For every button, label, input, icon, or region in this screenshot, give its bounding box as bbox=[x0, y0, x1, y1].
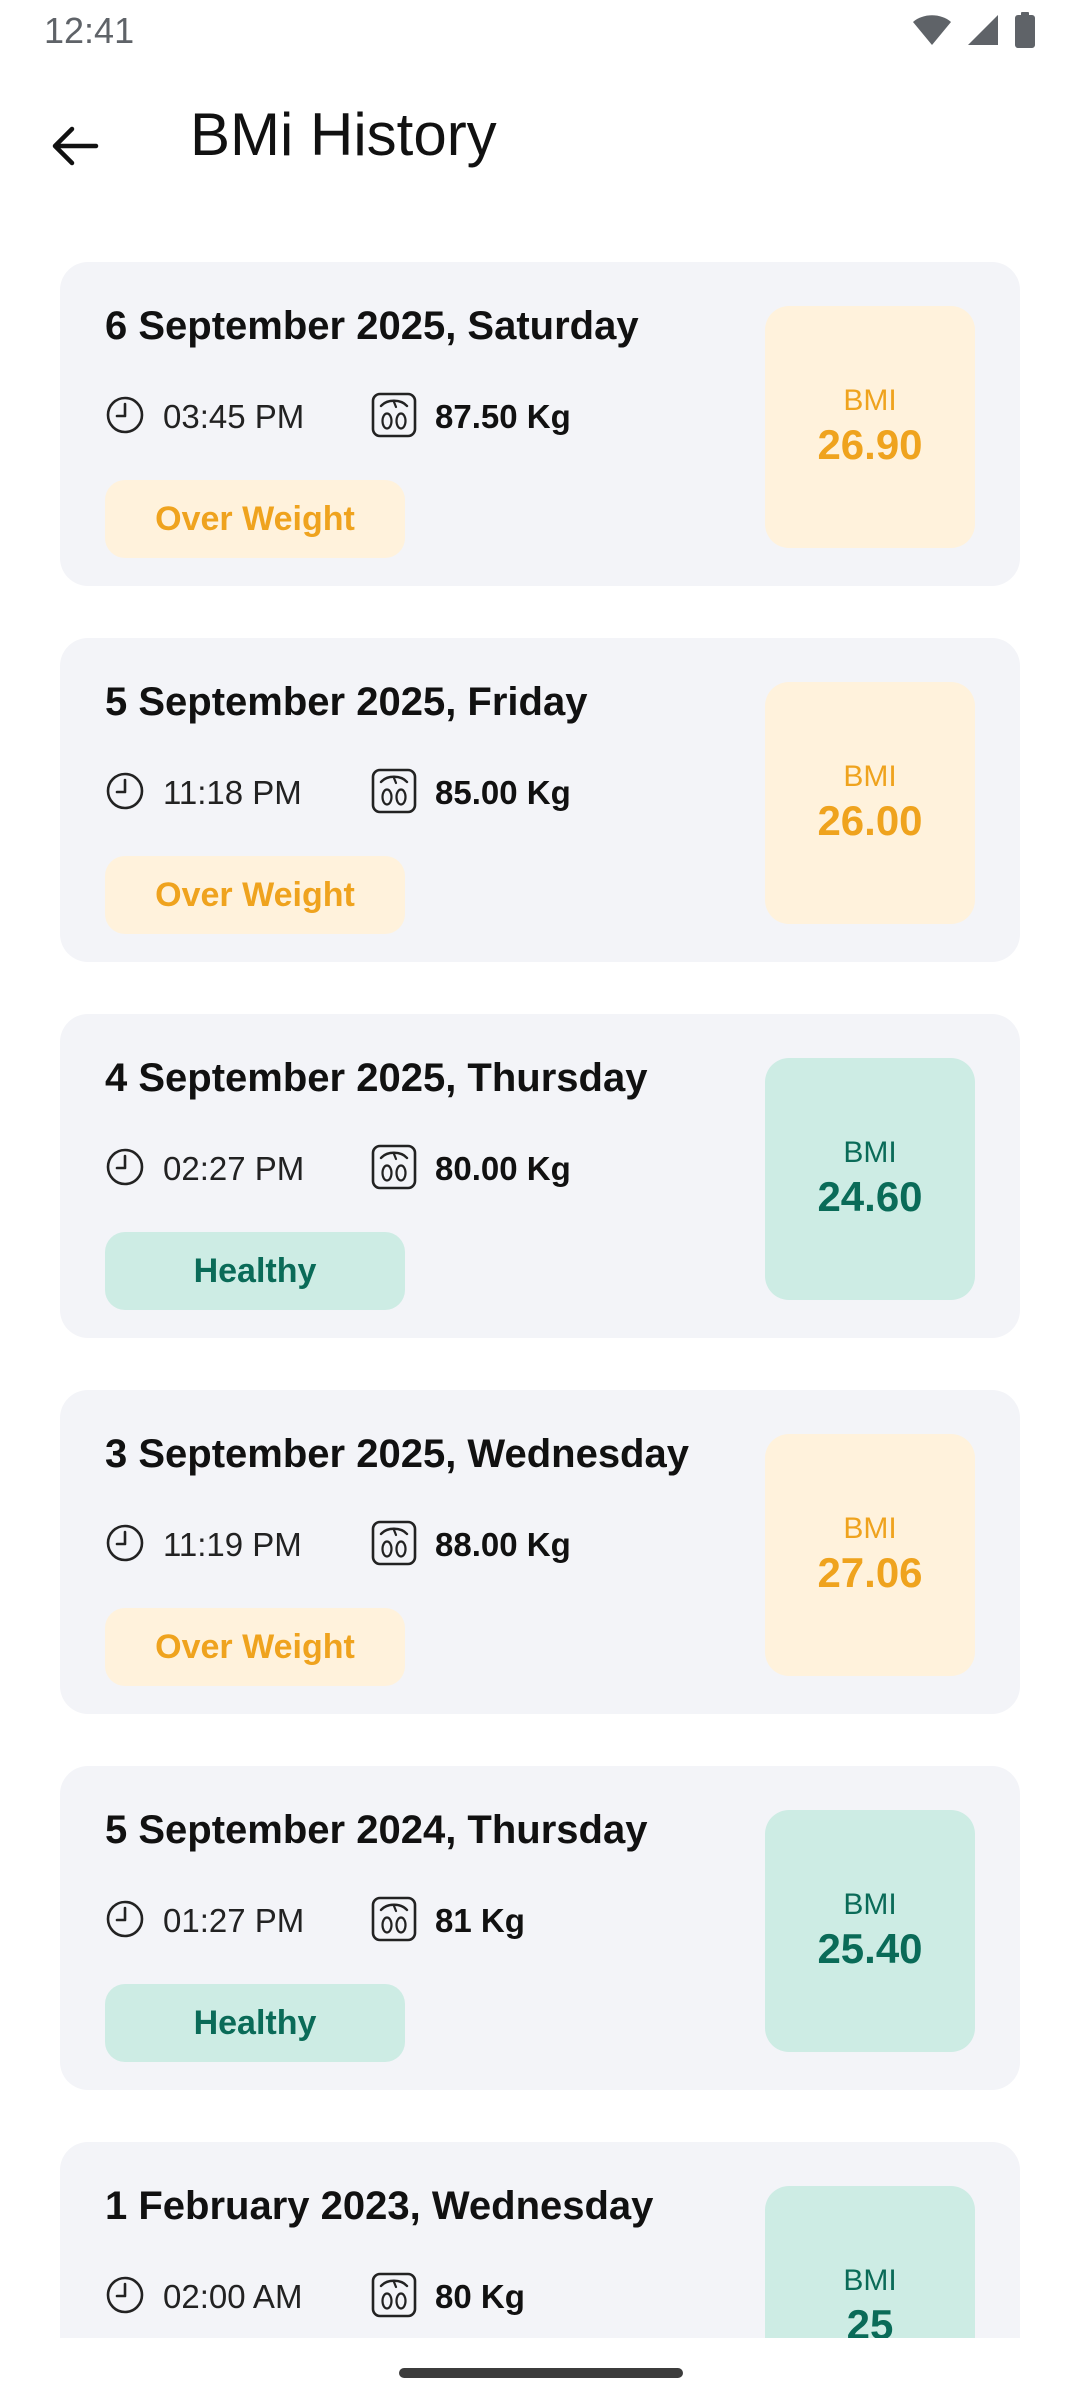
arrow-back-icon bbox=[48, 120, 100, 177]
bmi-value-box: BMI 25.40 bbox=[765, 1810, 975, 2052]
app-bar: BMi History bbox=[0, 62, 1080, 212]
entry-time: 02:00 AM bbox=[163, 2278, 303, 2315]
entry-date: 1 February 2023, Wednesday bbox=[105, 2184, 654, 2228]
bmi-value: 26.90 bbox=[817, 420, 923, 468]
entry-weight: 88.00 Kg bbox=[435, 1526, 571, 1563]
entry-time-group: 02:00 AM bbox=[105, 2275, 371, 2320]
entry-date: 6 September 2025, Saturday bbox=[105, 304, 639, 348]
bmi-history-screen: 12:41 BMi History 6 September 2025, Satu… bbox=[0, 0, 1080, 2400]
entry-weight: 85.00 Kg bbox=[435, 774, 571, 811]
entry-date: 4 September 2025, Thursday bbox=[105, 1056, 648, 1100]
bmi-label: BMI bbox=[843, 1511, 897, 1545]
weighing-scale-icon bbox=[371, 1144, 417, 1195]
entry-time: 03:45 PM bbox=[163, 398, 305, 435]
weighing-scale-icon bbox=[371, 1520, 417, 1571]
entry-weight-group: 81 Kg bbox=[371, 1896, 525, 1947]
entry-time: 01:27 PM bbox=[163, 1902, 305, 1939]
page-title: BMi History bbox=[190, 101, 497, 168]
bmi-value: 27.06 bbox=[817, 1548, 923, 1596]
entry-time: 11:18 PM bbox=[163, 774, 302, 811]
bmi-value-box: BMI 26.90 bbox=[765, 306, 975, 548]
entry-date: 3 September 2025, Wednesday bbox=[105, 1432, 689, 1476]
entry-weight-group: 88.00 Kg bbox=[371, 1520, 571, 1571]
wifi-icon bbox=[912, 13, 952, 52]
clock-icon bbox=[105, 2275, 145, 2320]
entry-meta-row: 03:45 PM 87.50 Kg bbox=[105, 392, 571, 443]
clock-icon bbox=[105, 1147, 145, 1192]
weighing-scale-icon bbox=[371, 768, 417, 819]
weighing-scale-icon bbox=[371, 392, 417, 443]
weighing-scale-icon bbox=[371, 1896, 417, 1947]
back-button[interactable] bbox=[30, 104, 118, 192]
status-time: 12:41 bbox=[44, 10, 135, 51]
bmi-history-card[interactable]: 5 September 2024, Thursday 01:27 PM 81 K… bbox=[60, 1766, 1020, 2090]
bmi-history-list[interactable]: 6 September 2025, Saturday 03:45 PM 87.5… bbox=[60, 262, 1020, 2338]
bmi-label: BMI bbox=[843, 1887, 897, 1921]
bmi-history-card[interactable]: 1 February 2023, Wednesday 02:00 AM 80 K… bbox=[60, 2142, 1020, 2338]
entry-weight: 80.00 Kg bbox=[435, 1150, 571, 1187]
clock-icon bbox=[105, 395, 145, 440]
entry-meta-row: 11:18 PM 85.00 Kg bbox=[105, 768, 571, 819]
bmi-history-card[interactable]: 4 September 2025, Thursday 02:27 PM 80.0… bbox=[60, 1014, 1020, 1338]
entry-weight-group: 80 Kg bbox=[371, 2272, 525, 2323]
bmi-value: 24.60 bbox=[817, 1172, 923, 1220]
entry-time-group: 11:18 PM bbox=[105, 771, 371, 816]
weighing-scale-icon bbox=[371, 2272, 417, 2323]
entry-time-group: 11:19 PM bbox=[105, 1523, 371, 1568]
entry-weight-group: 85.00 Kg bbox=[371, 768, 571, 819]
clock-icon bbox=[105, 1523, 145, 1568]
entry-time: 02:27 PM bbox=[163, 1150, 305, 1187]
cellular-signal-icon bbox=[966, 13, 1000, 52]
status-icons bbox=[912, 12, 1036, 53]
bmi-value-box: BMI 26.00 bbox=[765, 682, 975, 924]
bmi-value: 26.00 bbox=[817, 796, 923, 844]
entry-meta-row: 02:27 PM 80.00 Kg bbox=[105, 1144, 571, 1195]
bmi-value-box: BMI 25 bbox=[765, 2186, 975, 2338]
bmi-value: 25.40 bbox=[817, 1924, 923, 1972]
gesture-navigation-bar[interactable] bbox=[399, 2368, 683, 2378]
bmi-value-box: BMI 24.60 bbox=[765, 1058, 975, 1300]
clock-icon bbox=[105, 1899, 145, 1944]
bmi-history-card[interactable]: 5 September 2025, Friday 11:18 PM 85.00 … bbox=[60, 638, 1020, 962]
entry-weight: 81 Kg bbox=[435, 1902, 525, 1939]
entry-weight: 87.50 Kg bbox=[435, 398, 571, 435]
entry-meta-row: 11:19 PM 88.00 Kg bbox=[105, 1520, 571, 1571]
bmi-history-card[interactable]: 3 September 2025, Wednesday 11:19 PM 88.… bbox=[60, 1390, 1020, 1714]
bmi-value: 25 bbox=[846, 2300, 894, 2338]
status-badge: Healthy bbox=[105, 1984, 405, 2062]
bmi-label: BMI bbox=[843, 2263, 897, 2297]
entry-date: 5 September 2024, Thursday bbox=[105, 1808, 648, 1852]
entry-date: 5 September 2025, Friday bbox=[105, 680, 588, 724]
clock-icon bbox=[105, 771, 145, 816]
status-badge: Over Weight bbox=[105, 480, 405, 558]
entry-meta-row: 02:00 AM 80 Kg bbox=[105, 2272, 525, 2323]
entry-time-group: 01:27 PM bbox=[105, 1899, 371, 1944]
bmi-history-card[interactable]: 6 September 2025, Saturday 03:45 PM 87.5… bbox=[60, 262, 1020, 586]
entry-weight-group: 80.00 Kg bbox=[371, 1144, 571, 1195]
entry-weight: 80 Kg bbox=[435, 2278, 525, 2315]
entry-time-group: 03:45 PM bbox=[105, 395, 371, 440]
entry-time-group: 02:27 PM bbox=[105, 1147, 371, 1192]
status-bar: 12:41 bbox=[0, 0, 1080, 62]
entry-time: 11:19 PM bbox=[163, 1526, 302, 1563]
status-badge: Over Weight bbox=[105, 856, 405, 934]
bmi-label: BMI bbox=[843, 759, 897, 793]
entry-meta-row: 01:27 PM 81 Kg bbox=[105, 1896, 525, 1947]
entry-weight-group: 87.50 Kg bbox=[371, 392, 571, 443]
bmi-label: BMI bbox=[843, 1135, 897, 1169]
status-badge: Healthy bbox=[105, 1232, 405, 1310]
bmi-label: BMI bbox=[843, 383, 897, 417]
bmi-value-box: BMI 27.06 bbox=[765, 1434, 975, 1676]
status-badge: Over Weight bbox=[105, 1608, 405, 1686]
battery-icon bbox=[1014, 12, 1036, 53]
